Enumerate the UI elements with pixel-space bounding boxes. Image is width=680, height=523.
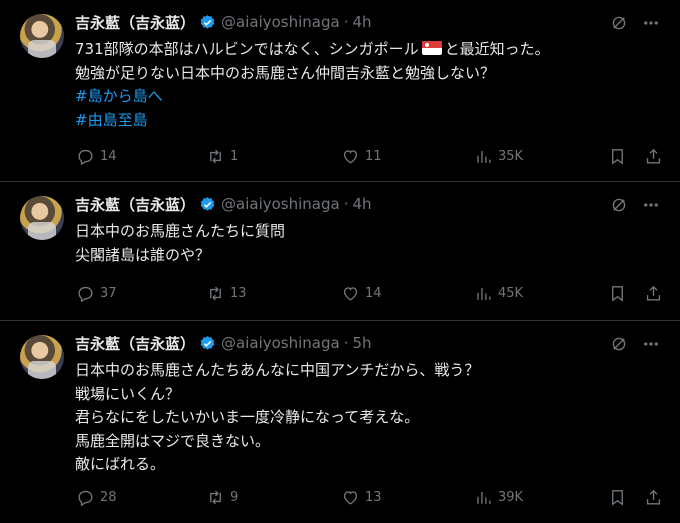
tweet-line: 日本中のお馬鹿さんたちに質問 [75,222,286,240]
reply-button[interactable]: 37 [76,283,117,303]
retweet-icon [210,149,221,163]
author-handle[interactable]: @aiaiyoshinaga [221,195,340,213]
share-button[interactable] [644,146,668,166]
separator-dot: · [343,195,349,213]
more-icon[interactable] [642,14,660,32]
retweet-count: 13 [230,285,247,301]
tweet-line: 尖閣諸島は誰のや？ [75,245,211,264]
views-count: 39K [498,489,524,505]
reply-count: 28 [100,489,117,505]
tweet-header: 吉永藍（吉永蓝） @aiaiyoshinaga · 4h [75,12,372,32]
author-handle[interactable]: @aiaiyoshinaga [221,334,340,352]
share-icon [646,489,661,505]
more-icon[interactable] [642,196,660,214]
tweet-line-tail: と最近知った。 [444,40,550,58]
bookmark-button[interactable] [608,283,632,303]
like-count: 13 [365,489,382,505]
bookmark-icon [612,148,623,165]
like-count: 11 [365,148,382,164]
tweet-line: 731部隊の本部はハルビンではなく、シンガポール [75,40,419,58]
like-icon [343,149,358,164]
views-button[interactable]: 35K [474,146,523,166]
retweet-button[interactable]: 9 [206,487,238,507]
retweet-button[interactable]: 1 [206,146,238,166]
views-icon [477,491,491,504]
reply-button[interactable]: 14 [76,146,117,166]
author-handle[interactable]: @aiaiyoshinaga [221,13,340,31]
bookmark-icon [612,489,623,506]
tweet-text: 日本中のお馬鹿さんたちあんなに中国アンチだから、戦う？ 戦場にいくん？ 君らなに… [75,359,479,477]
action-bar: 14 1 11 35K [0,146,680,166]
tweet-line: 戦場にいくん？ [75,384,181,403]
retweet-count: 1 [230,148,239,164]
retweet-button[interactable]: 13 [206,283,247,303]
share-button[interactable] [644,487,668,507]
bookmark-button[interactable] [608,146,632,166]
singapore-flag-icon [421,41,442,55]
author-name[interactable]: 吉永藍（吉永蓝） [75,333,195,354]
tweet[interactable]: 吉永藍（吉永蓝） @aiaiyoshinaga · 5h 日本中のお馬鹿さんたち… [0,321,680,523]
views-icon [477,150,491,163]
reply-icon [78,149,93,165]
more-icon[interactable] [642,335,660,353]
grok-icon[interactable] [610,196,628,214]
views-count: 35K [498,148,524,164]
reply-count: 37 [100,285,117,301]
tweet-line: 君らなにをしたいかいま一度冷静になって考えな。 [75,408,420,426]
like-count: 14 [365,285,382,301]
separator-dot: · [343,334,349,352]
bookmark-button[interactable] [608,487,632,507]
avatar[interactable] [20,196,64,240]
timestamp[interactable]: 4h [352,13,371,31]
timestamp[interactable]: 5h [352,334,371,352]
verified-badge-icon [200,14,215,29]
grok-icon[interactable] [610,335,628,353]
tweet-line: 日本中のお馬鹿さんたちあんなに中国アンチだから、戦う？ [75,361,480,379]
author-name[interactable]: 吉永藍（吉永蓝） [75,194,195,215]
like-icon [343,490,358,505]
views-count: 45K [498,285,524,301]
tweet[interactable]: 吉永藍（吉永蓝） @aiaiyoshinaga · 4h 731部隊の本部はハル… [0,0,680,182]
like-icon [343,286,358,301]
views-icon [477,287,491,300]
author-name[interactable]: 吉永藍（吉永蓝） [75,12,195,33]
tweet-header: 吉永藍（吉永蓝） @aiaiyoshinaga · 4h [75,194,372,214]
reply-button[interactable]: 28 [76,487,117,507]
reply-icon [78,490,93,506]
retweet-count: 9 [230,489,239,505]
action-bar: 37 13 14 45K [0,283,680,303]
share-icon [646,148,661,164]
bookmark-icon [612,285,623,302]
retweet-icon [210,286,221,300]
verified-badge-icon [200,335,215,350]
tweet-line: 馬鹿全開はマジで良きない。 [75,431,271,450]
tweet-line: 勉強が足りない日本中のお馬鹿さん仲間吉永藍と勉強しない？ [75,63,496,82]
avatar[interactable] [20,14,64,58]
reply-count: 14 [100,148,117,164]
hashtag-link[interactable]: #島から島へ [75,85,550,109]
grok-icon[interactable] [610,14,628,32]
avatar[interactable] [20,335,64,379]
like-button[interactable]: 11 [341,146,382,166]
verified-badge-icon [200,196,215,211]
tweet-header: 吉永藍（吉永蓝） @aiaiyoshinaga · 5h [75,333,372,353]
action-bar: 28 9 13 39K [0,487,680,507]
share-button[interactable] [644,283,668,303]
views-button[interactable]: 45K [474,283,523,303]
reply-icon [78,286,93,302]
separator-dot: · [343,13,349,31]
tweet-text: 731部隊の本部はハルビンではなく、シンガポール と最近知った。 勉強が足りない日… [75,38,550,132]
views-button[interactable]: 39K [474,487,523,507]
timestamp[interactable]: 4h [352,195,371,213]
tweet-line: 敵にばれる。 [75,455,166,473]
like-button[interactable]: 14 [341,283,382,303]
hashtag-link[interactable]: #由島至島 [75,109,550,133]
share-icon [646,285,661,301]
like-button[interactable]: 13 [341,487,382,507]
retweet-icon [210,490,221,504]
tweet[interactable]: 吉永藍（吉永蓝） @aiaiyoshinaga · 4h 日本中のお馬鹿さんたち… [0,182,680,321]
tweet-text: 日本中のお馬鹿さんたちに質問 尖閣諸島は誰のや？ [75,220,285,267]
